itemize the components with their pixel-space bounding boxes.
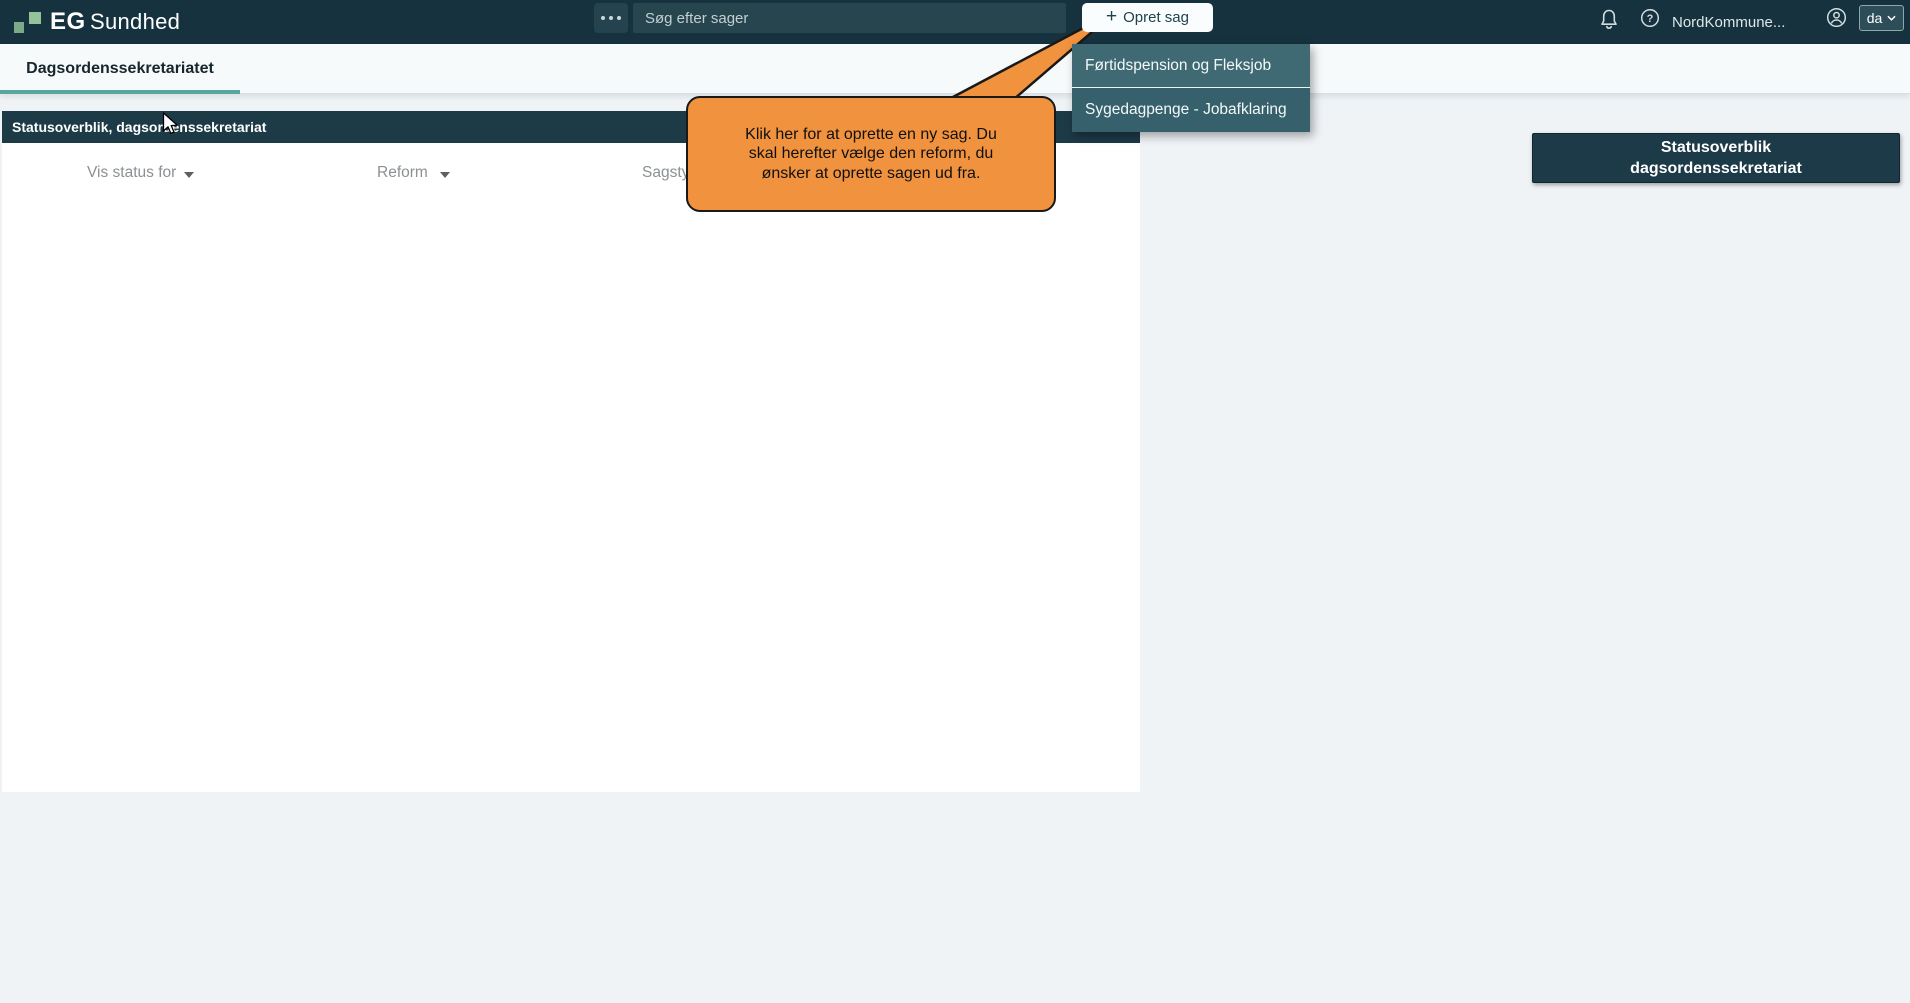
create-case-menu: Førtidspension og Fleksjob Sygedagpenge … [1072,44,1310,132]
ellipsis-icon [601,16,621,20]
help-button[interactable]: ? [1640,8,1660,33]
section-title: Statusoverblik, dagsordenssekretariat [12,119,266,135]
active-tab-underline [0,90,240,94]
tooltip-text-line: ønsker at oprette sagen ud fra. [762,164,981,184]
chevron-down-icon [1887,15,1896,21]
language-code: da [1867,10,1883,26]
menu-item-fortidspension[interactable]: Førtidspension og Fleksjob [1072,44,1310,88]
filter-sagstype[interactable]: Sagsty [642,164,689,182]
tooltip-text-line: skal herefter vælge den reform, du [749,144,994,164]
caret-down-icon[interactable] [184,172,194,178]
notifications-button[interactable] [1599,8,1619,37]
brand-product-name: Sundhed [90,0,180,44]
tab-dagsordenssekretariatet[interactable]: Dagsordenssekretariatet [0,44,240,94]
create-case-label: Opret sag [1123,9,1189,26]
help-icon: ? [1640,8,1660,28]
tooltip-text-line: Klik her for at oprette en ny sag. Du [745,125,997,145]
menu-item-label: Førtidspension og Fleksjob [1085,57,1271,75]
application-window: EG Sundhed + Opret sag ? NordKommune... [0,0,1910,1003]
language-selector[interactable]: da [1859,5,1904,31]
svg-text:?: ? [1647,13,1654,25]
mouse-cursor-icon [162,112,179,136]
caret-down-icon[interactable] [440,172,450,178]
more-apps-button[interactable] [594,3,628,33]
onboarding-tooltip: Klik her for at oprette en ny sag. Du sk… [686,96,1056,212]
eg-logo-icon [14,22,24,33]
bell-icon [1599,8,1619,32]
user-menu-button[interactable] [1826,7,1847,33]
statusoverblik-side-button[interactable]: Statusoverblik dagsordenssekretariat [1532,133,1900,183]
plus-icon: + [1106,7,1117,26]
filter-vis-status-for[interactable]: Vis status for [87,164,176,182]
side-button-line2: dagsordenssekretariat [1630,158,1802,179]
user-icon [1826,7,1847,28]
brand-name: EG [50,0,86,44]
tab-label: Dagsordenssekretariatet [26,60,214,78]
filter-reform[interactable]: Reform [377,164,428,182]
tenant-name[interactable]: NordKommune... [1672,0,1785,44]
status-panel [2,143,1140,792]
side-button-line1: Statusoverblik [1661,137,1771,158]
create-case-button[interactable]: + Opret sag [1082,3,1213,32]
menu-item-sygedagpenge[interactable]: Sygedagpenge - Jobafklaring [1072,88,1310,132]
menu-item-label: Sygedagpenge - Jobafklaring [1085,101,1287,119]
eg-logo-icon [29,12,41,24]
